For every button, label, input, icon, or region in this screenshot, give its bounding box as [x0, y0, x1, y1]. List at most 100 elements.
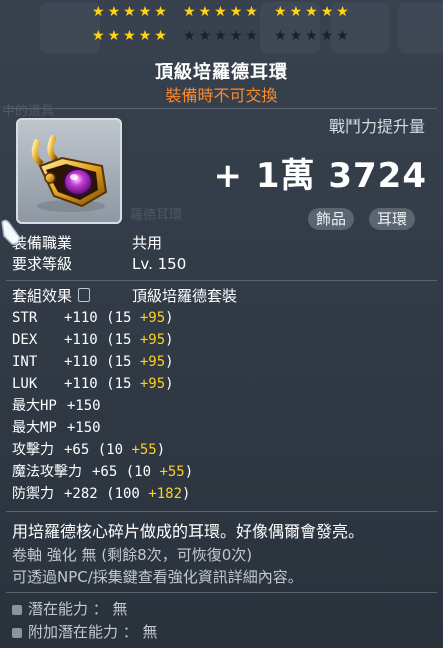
star-group: ★ ★ ★ ★ ★ [274, 5, 349, 19]
stat-name: 防禦力 [12, 486, 54, 502]
divider [6, 511, 437, 512]
star-empty-icon: ★ [183, 28, 196, 44]
background-text: 羅德耳環 [130, 208, 183, 223]
gold-earring-icon [31, 134, 108, 212]
stat-base: +110 (15 [64, 354, 140, 370]
star-group: ★ ★ ★ ★ ★ [183, 5, 258, 19]
star-force-row-1: ★ ★ ★ ★ ★ ★ ★ ★ ★ ★ ★ ★ ★ ★ ★ [0, 5, 443, 23]
star-filled-icon: ★ [92, 4, 105, 20]
star-filled-icon: ★ [154, 28, 167, 44]
trade-restriction: 裝備時不可交換 [165, 86, 278, 105]
stat-bonus: +95 [139, 310, 166, 326]
star-empty-icon: ★ [214, 28, 227, 44]
stat-tail: ) [156, 442, 166, 458]
star-empty-icon: ★ [320, 28, 334, 44]
stat-row: LUK +110 (15 +95) [12, 374, 174, 394]
job-value: 共用 [132, 234, 163, 252]
item-name: 頂級培羅德耳環 [155, 62, 288, 83]
potential-row: 潛在能力 ： 無 [12, 598, 128, 619]
stat-name: LUK [12, 376, 38, 392]
stat-base: +65 (10 [64, 442, 132, 458]
lock-icon [78, 288, 91, 302]
stat-base: +65 (10 [92, 464, 160, 480]
stat-bonus: +182 [148, 486, 183, 502]
additional-potential-row: 附加潛在能力 ： 無 [12, 621, 158, 642]
star-filled-icon: ★ [154, 4, 167, 20]
stat-tail: ) [165, 310, 174, 326]
combat-power-value: + 1萬 3724 [213, 156, 427, 196]
stat-bonus: +95 [139, 376, 166, 392]
set-effect-row: 套組效果 頂級培羅德套裝 [12, 286, 237, 306]
star-group: ★ ★ ★ ★ ★ [92, 5, 167, 19]
star-filled-icon: ★ [198, 4, 212, 20]
divider [6, 592, 437, 593]
star-empty-icon: ★ [336, 28, 349, 44]
divider [6, 280, 437, 281]
level-row: 要求等級 Lv. 150 [12, 254, 186, 274]
level-value: Lv. 150 [132, 255, 187, 273]
stat-base: +150 [66, 420, 101, 436]
scroll-info: 卷軸 強化 無 (剩餘8次，可恢復0次) [12, 546, 253, 564]
star-empty-icon: ★ [245, 28, 258, 44]
star-empty-icon: ★ [229, 28, 243, 44]
stat-row: 防禦力 +282 (100 +182) [12, 484, 190, 504]
divider [6, 108, 437, 109]
star-empty-icon: ★ [305, 28, 318, 44]
stat-tail: ) [165, 332, 174, 348]
star-filled-icon: ★ [245, 4, 258, 20]
star-filled-icon: ★ [229, 4, 243, 20]
tag-subcategory: 耳環 [369, 208, 416, 230]
potential-bullet-icon [12, 627, 22, 638]
stat-base: +150 [66, 398, 101, 414]
stat-row: 攻擊力 +65 (10 +55) [12, 440, 165, 460]
job-row: 裝備職業 共用 [12, 233, 162, 253]
star-group: ★ ★ ★ ★ ★ [274, 29, 349, 43]
stat-row: 最大MP +150 [12, 418, 101, 438]
stat-bonus: +55 [131, 442, 157, 458]
star-filled-icon: ★ [92, 28, 105, 44]
set-effect-label: 套組效果 [12, 287, 73, 305]
star-empty-icon: ★ [198, 28, 212, 44]
stat-bonus: +95 [139, 354, 166, 370]
stat-base: +110 (15 [64, 310, 140, 326]
stat-name: DEX [12, 332, 38, 348]
background-text: 中的道具 [2, 104, 55, 119]
star-filled-icon: ★ [107, 4, 121, 20]
stat-row: DEX +110 (15 +95) [12, 330, 174, 350]
stat-base: +110 (15 [64, 376, 140, 392]
potential-text: 潛在能力 ： 無 [28, 600, 128, 618]
stat-name: 最大HP [12, 398, 57, 414]
combat-power-label: 戰鬥力提升量 [328, 117, 425, 136]
star-filled-icon: ★ [123, 28, 136, 44]
additional-potential-text: 附加潛在能力 ： 無 [28, 623, 158, 641]
star-filled-icon: ★ [183, 4, 196, 20]
star-filled-icon: ★ [138, 4, 152, 20]
stat-name: STR [12, 310, 38, 326]
star-force-row-2: ★ ★ ★ ★ ★ ★ ★ ★ ★ ★ ★ ★ ★ ★ ★ [0, 29, 443, 47]
potential-bullet-icon [12, 604, 22, 615]
job-label: 裝備職業 [12, 234, 73, 252]
stat-bonus: +95 [139, 332, 166, 348]
stat-name: 最大MP [12, 420, 57, 436]
star-filled-icon: ★ [214, 4, 227, 20]
set-effect-value: 頂級培羅德套裝 [132, 287, 238, 305]
stat-row: STR +110 (15 +95) [12, 308, 174, 328]
item-description: 用培羅德核心碎片做成的耳環。好像偶爾會發亮。 [12, 522, 365, 541]
stat-bonus: +55 [159, 464, 185, 480]
star-filled-icon: ★ [289, 4, 303, 20]
stat-tail: ) [182, 486, 191, 502]
stat-row: INT +110 (15 +95) [12, 352, 174, 372]
stat-row: 魔法攻擊力 +65 (10 +55) [12, 462, 193, 482]
stat-row: 最大HP +150 [12, 396, 101, 416]
star-empty-icon: ★ [289, 28, 303, 44]
star-filled-icon: ★ [320, 4, 334, 20]
stat-name: INT [12, 354, 38, 370]
star-filled-icon: ★ [107, 28, 121, 44]
star-filled-icon: ★ [123, 4, 136, 20]
star-filled-icon: ★ [336, 4, 349, 20]
stat-base: +110 (15 [64, 332, 140, 348]
star-group: ★ ★ ★ ★ ★ [183, 29, 258, 43]
stat-name: 攻擊力 [12, 442, 54, 458]
star-filled-icon: ★ [305, 4, 318, 20]
tag-category: 飾品 [308, 208, 355, 230]
